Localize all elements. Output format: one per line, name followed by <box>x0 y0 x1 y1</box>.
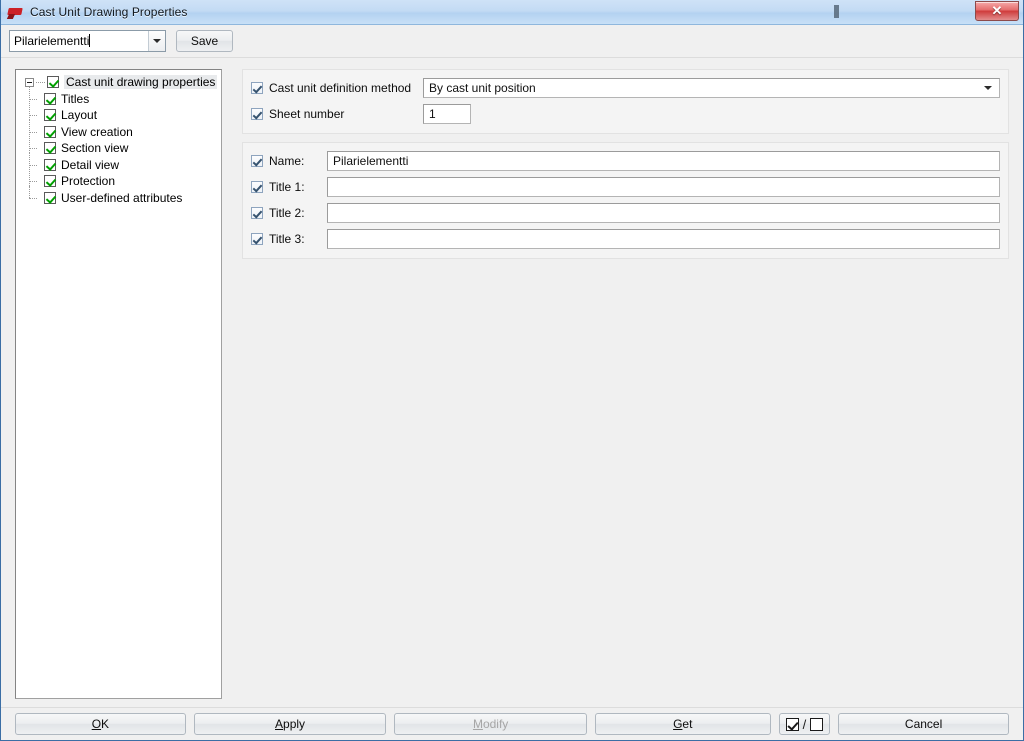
properties-toolbar: Pilarielementti Save <box>1 25 1023 58</box>
text-caret <box>89 34 91 47</box>
tree-item-checkbox[interactable] <box>44 109 56 122</box>
tekla-logo-icon <box>6 5 24 20</box>
name-value: Pilarielementti <box>333 154 409 168</box>
properties-content: Cast unit definition method By cast unit… <box>242 69 1009 259</box>
get-accel: G <box>673 717 683 731</box>
tree-item-label: Titles <box>61 91 90 106</box>
title-1-row: Title 1: <box>251 176 1000 198</box>
chevron-down-icon <box>984 86 992 90</box>
tree-item-user-defined-attributes[interactable]: User-defined attributes <box>16 185 221 207</box>
title-2-label: Title 2: <box>269 206 305 220</box>
sheet-number-row: Sheet number 1 <box>251 103 1000 125</box>
saved-properties-combo[interactable]: Pilarielementti <box>9 30 166 52</box>
combo-dropdown-button[interactable] <box>148 31 165 51</box>
name-label: Name: <box>269 154 305 168</box>
tree-item-checkbox[interactable] <box>44 92 56 105</box>
tree-item-layout[interactable]: Layout <box>16 103 221 124</box>
get-label-rest: et <box>682 717 693 731</box>
titlebar-artifact <box>834 5 839 18</box>
cast-unit-group: Cast unit definition method By cast unit… <box>242 69 1009 134</box>
tree-item-detail-view[interactable]: Detail view <box>16 152 221 174</box>
tree-item-protection[interactable]: Protection <box>16 169 221 190</box>
properties-tree[interactable]: Cast unit drawing properties Titles Layo… <box>15 69 222 699</box>
ok-accel: O <box>91 717 102 731</box>
tree-item-checkbox[interactable] <box>44 142 56 155</box>
tree-item-label: User-defined attributes <box>61 190 183 205</box>
tree-connector <box>36 81 45 83</box>
window-title: Cast Unit Drawing Properties <box>30 5 188 19</box>
saved-properties-text: Pilarielementti <box>14 34 90 48</box>
title-2-input[interactable] <box>327 203 1000 223</box>
apply-button[interactable]: Apply <box>193 713 387 735</box>
title-3-input[interactable] <box>327 229 1000 249</box>
tree-item-checkbox[interactable] <box>44 158 56 171</box>
tree-item-label: Layout <box>61 108 98 123</box>
sheet-number-input[interactable]: 1 <box>423 104 471 124</box>
title-3-row: Title 3: <box>251 228 1000 250</box>
save-button[interactable]: Save <box>176 30 233 52</box>
dialog-body: Cast unit drawing properties Titles Layo… <box>1 58 1023 707</box>
cast-unit-definition-method-row: Cast unit definition method By cast unit… <box>251 77 1000 99</box>
checked-box-icon <box>785 717 799 731</box>
title-3-label: Title 3: <box>269 232 305 246</box>
sheet-number-value: 1 <box>429 107 436 121</box>
tree-item-label: Protection <box>61 174 116 189</box>
dialog-window: Cast Unit Drawing Properties ✕ Pilariele… <box>0 0 1024 741</box>
title-3-checkbox[interactable] <box>251 233 263 245</box>
title-2-checkbox[interactable] <box>251 207 263 219</box>
sheet-number-checkbox[interactable] <box>251 108 263 120</box>
modify-accel: M <box>472 717 483 731</box>
cast-unit-definition-method-select[interactable]: By cast unit position <box>423 78 1000 98</box>
cast-unit-definition-method-checkbox[interactable] <box>251 82 263 94</box>
tree-item-checkbox[interactable] <box>44 191 56 204</box>
tree-item-label: Cast unit drawing properties <box>64 75 218 90</box>
unchecked-box-icon <box>810 717 824 731</box>
get-button[interactable]: Get <box>594 713 771 735</box>
tree-item-checkbox[interactable] <box>44 125 56 138</box>
close-button[interactable]: ✕ <box>975 1 1019 21</box>
title-bar: Cast Unit Drawing Properties ✕ <box>1 0 1023 25</box>
apply-label-rest: pply <box>283 717 306 731</box>
sheet-number-label: Sheet number <box>269 107 345 121</box>
tree-item-section-view[interactable]: Section view <box>16 136 221 157</box>
ok-button[interactable]: OK <box>15 713 186 735</box>
title-1-label: Title 1: <box>269 180 305 194</box>
tree-item-titles[interactable]: Titles <box>16 86 221 108</box>
name-row: Name: Pilarielementti <box>251 150 1000 172</box>
tree-item-label: View creation <box>61 124 133 139</box>
chevron-down-icon <box>153 39 161 43</box>
title-2-row: Title 2: <box>251 202 1000 224</box>
modify-label-rest: odify <box>482 717 509 731</box>
tree-item-root[interactable]: Cast unit drawing properties <box>16 74 221 91</box>
tree-root-checkbox[interactable] <box>47 76 59 89</box>
toggle-separator: / <box>802 716 807 732</box>
name-input[interactable]: Pilarielementti <box>327 151 1000 171</box>
dialog-button-bar: OK Apply Modify Get / Cancel <box>1 707 1023 740</box>
tree-item-checkbox[interactable] <box>44 175 56 188</box>
collapse-icon[interactable] <box>25 77 34 87</box>
modify-button[interactable]: Modify <box>394 713 587 735</box>
title-1-input[interactable] <box>327 177 1000 197</box>
cast-unit-definition-method-label: Cast unit definition method <box>269 81 412 95</box>
tree-item-label: Section view <box>61 141 129 156</box>
check-all-toggle-button[interactable]: / <box>778 713 831 735</box>
ok-label-rest: K <box>101 717 110 731</box>
name-checkbox[interactable] <box>251 155 263 167</box>
title-1-checkbox[interactable] <box>251 181 263 193</box>
titles-group: Name: Pilarielementti Title 1: Title 2: <box>242 142 1009 259</box>
cast-unit-definition-method-value: By cast unit position <box>429 81 536 95</box>
cancel-button[interactable]: Cancel <box>838 713 1009 735</box>
tree-item-label: Detail view <box>61 157 120 172</box>
saved-properties-value[interactable]: Pilarielementti <box>10 34 148 48</box>
apply-accel: A <box>275 717 284 731</box>
tree-item-view-creation[interactable]: View creation <box>16 119 221 141</box>
